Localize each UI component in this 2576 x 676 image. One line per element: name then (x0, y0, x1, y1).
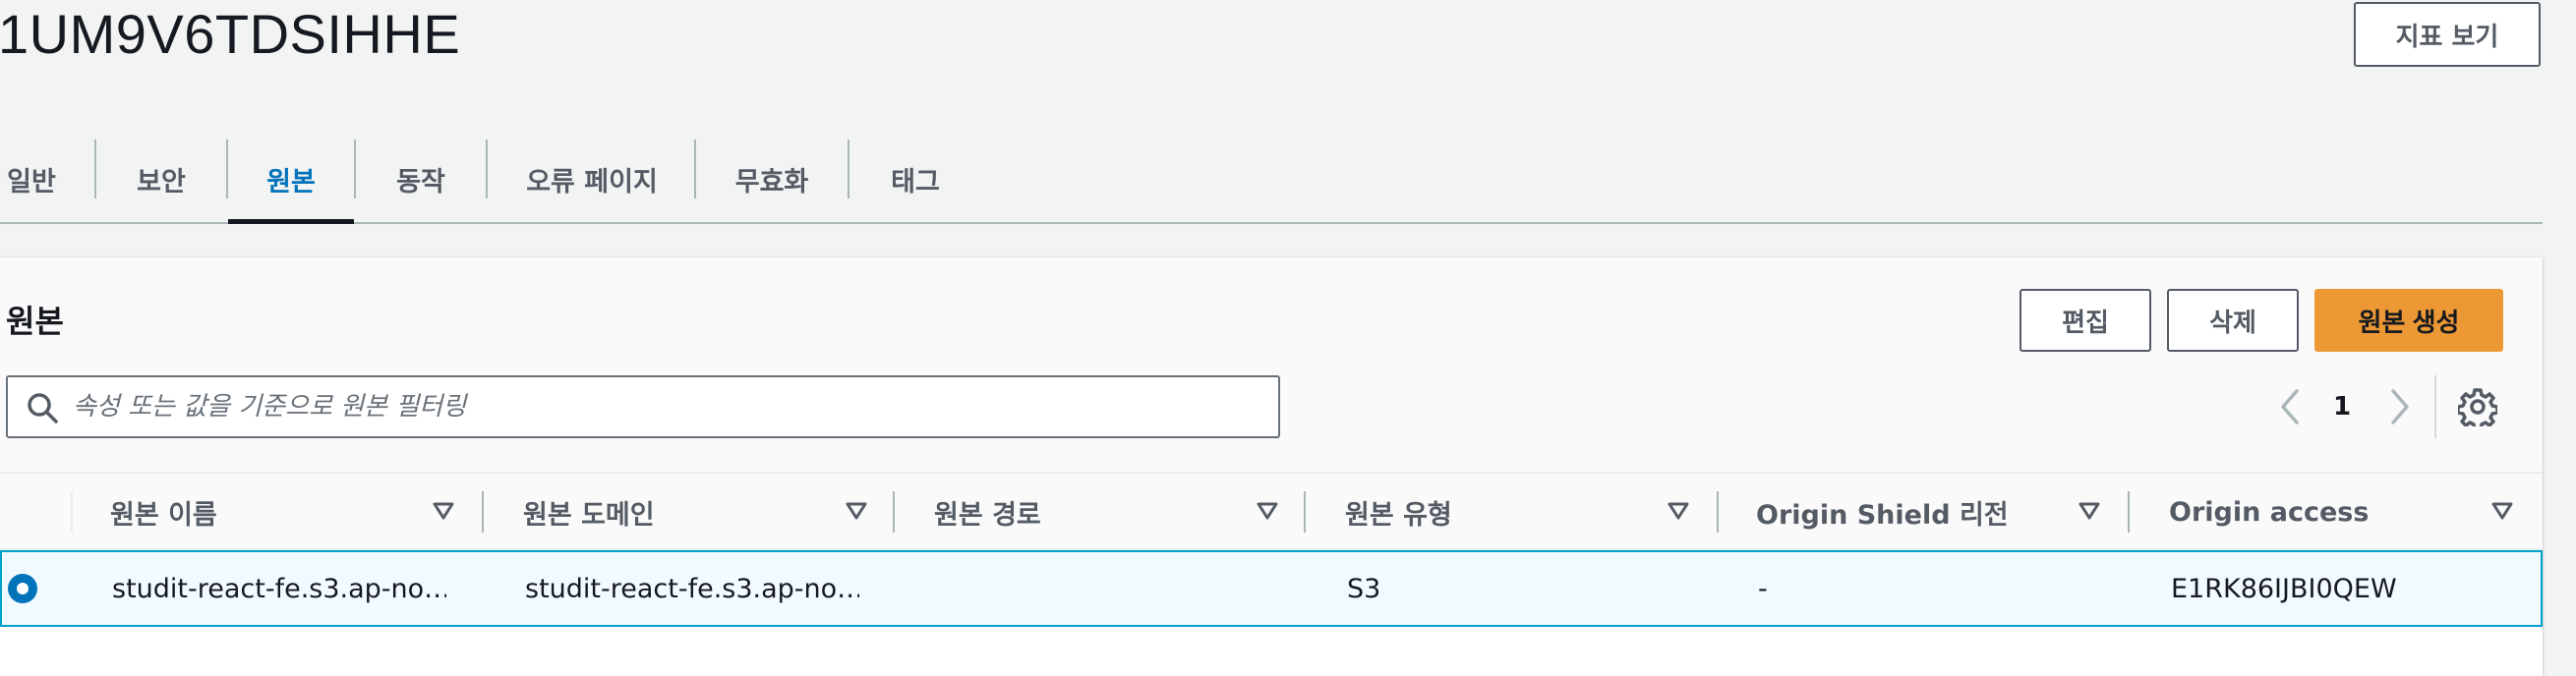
column-header-origin-type[interactable]: 원본 유형 (1345, 474, 1452, 550)
tab-error-pages[interactable]: 오류 페이지 (511, 136, 673, 222)
column-divider[interactable] (1717, 491, 1719, 533)
column-header-origin-domain[interactable]: 원본 도메인 (523, 474, 655, 550)
panel-title: 원본 (6, 303, 64, 340)
sort-down-icon[interactable] (2489, 497, 2515, 523)
cell-origin-domain: studit-react-fe.s3.ap-no… (525, 573, 859, 604)
tab-behaviors[interactable]: 동작 (378, 136, 464, 222)
column-divider[interactable] (893, 491, 895, 533)
tab-divider (354, 140, 356, 198)
cell-origin-access: E1RK86IJBI0QEW (2171, 573, 2397, 604)
sort-down-icon[interactable] (1666, 497, 1691, 523)
sort-down-icon[interactable] (844, 497, 869, 523)
tab-origins[interactable]: 원본 (228, 136, 354, 224)
row-select-radio[interactable] (8, 574, 37, 603)
column-header-origin-shield-region[interactable]: Origin Shield 리전 (1756, 474, 2009, 550)
tab-security[interactable]: 보안 (118, 136, 205, 222)
sort-down-icon[interactable] (431, 497, 456, 523)
create-origin-button[interactable]: 원본 생성 (2314, 289, 2503, 352)
search-input[interactable] (73, 379, 1253, 434)
sort-down-icon[interactable] (2077, 497, 2102, 523)
page-title: 1UM9V6TDSIHHE (0, 3, 461, 65)
tab-divider (694, 140, 696, 198)
column-header-origin-path[interactable]: 원본 경로 (934, 474, 1041, 550)
table-row[interactable]: studit-react-fe.s3.ap-no… studit-react-f… (0, 550, 2543, 627)
tab-tags[interactable]: 태그 (871, 136, 960, 222)
chevron-right-icon[interactable] (2379, 385, 2419, 428)
table-header: 원본 이름 원본 도메인 원본 경로 원본 유형 Origin Shield 리… (0, 472, 2543, 550)
chevron-left-icon[interactable] (2271, 385, 2311, 428)
view-metrics-button[interactable]: 지표 보기 (2354, 2, 2541, 67)
tab-bar: 일반 보안 원본 동작 오류 페이지 무효화 태그 (0, 136, 2543, 224)
gear-icon[interactable] (2458, 387, 2497, 426)
origins-panel: 원본 편집 삭제 원본 생성 1 원본 이름 (0, 257, 2543, 676)
filter-search-box[interactable] (6, 375, 1280, 438)
column-header-origin-name[interactable]: 원본 이름 (110, 474, 217, 550)
tab-divider (848, 140, 849, 198)
column-divider[interactable] (2128, 491, 2130, 533)
tab-general[interactable]: 일반 (0, 136, 63, 222)
column-divider[interactable] (482, 491, 484, 533)
tab-divider (486, 140, 488, 198)
column-divider (71, 491, 73, 533)
column-header-origin-access[interactable]: Origin access (2169, 474, 2369, 550)
column-divider[interactable] (1304, 491, 1306, 533)
pager-divider (2434, 375, 2436, 438)
current-page-number[interactable]: 1 (2330, 385, 2354, 428)
cell-origin-name: studit-react-fe.s3.ap-no… (112, 573, 446, 604)
sort-down-icon[interactable] (1255, 497, 1280, 523)
search-icon (28, 393, 58, 423)
delete-button[interactable]: 삭제 (2167, 289, 2299, 352)
panel-header: 원본 편집 삭제 원본 생성 1 (0, 257, 2543, 472)
tab-invalidations[interactable]: 무효화 (718, 136, 826, 222)
cell-origin-path (936, 552, 1270, 625)
tab-divider (94, 140, 96, 198)
cell-origin-shield-region: - (1758, 573, 1768, 604)
cell-origin-type: S3 (1347, 573, 1381, 604)
edit-button[interactable]: 편집 (2020, 289, 2151, 352)
